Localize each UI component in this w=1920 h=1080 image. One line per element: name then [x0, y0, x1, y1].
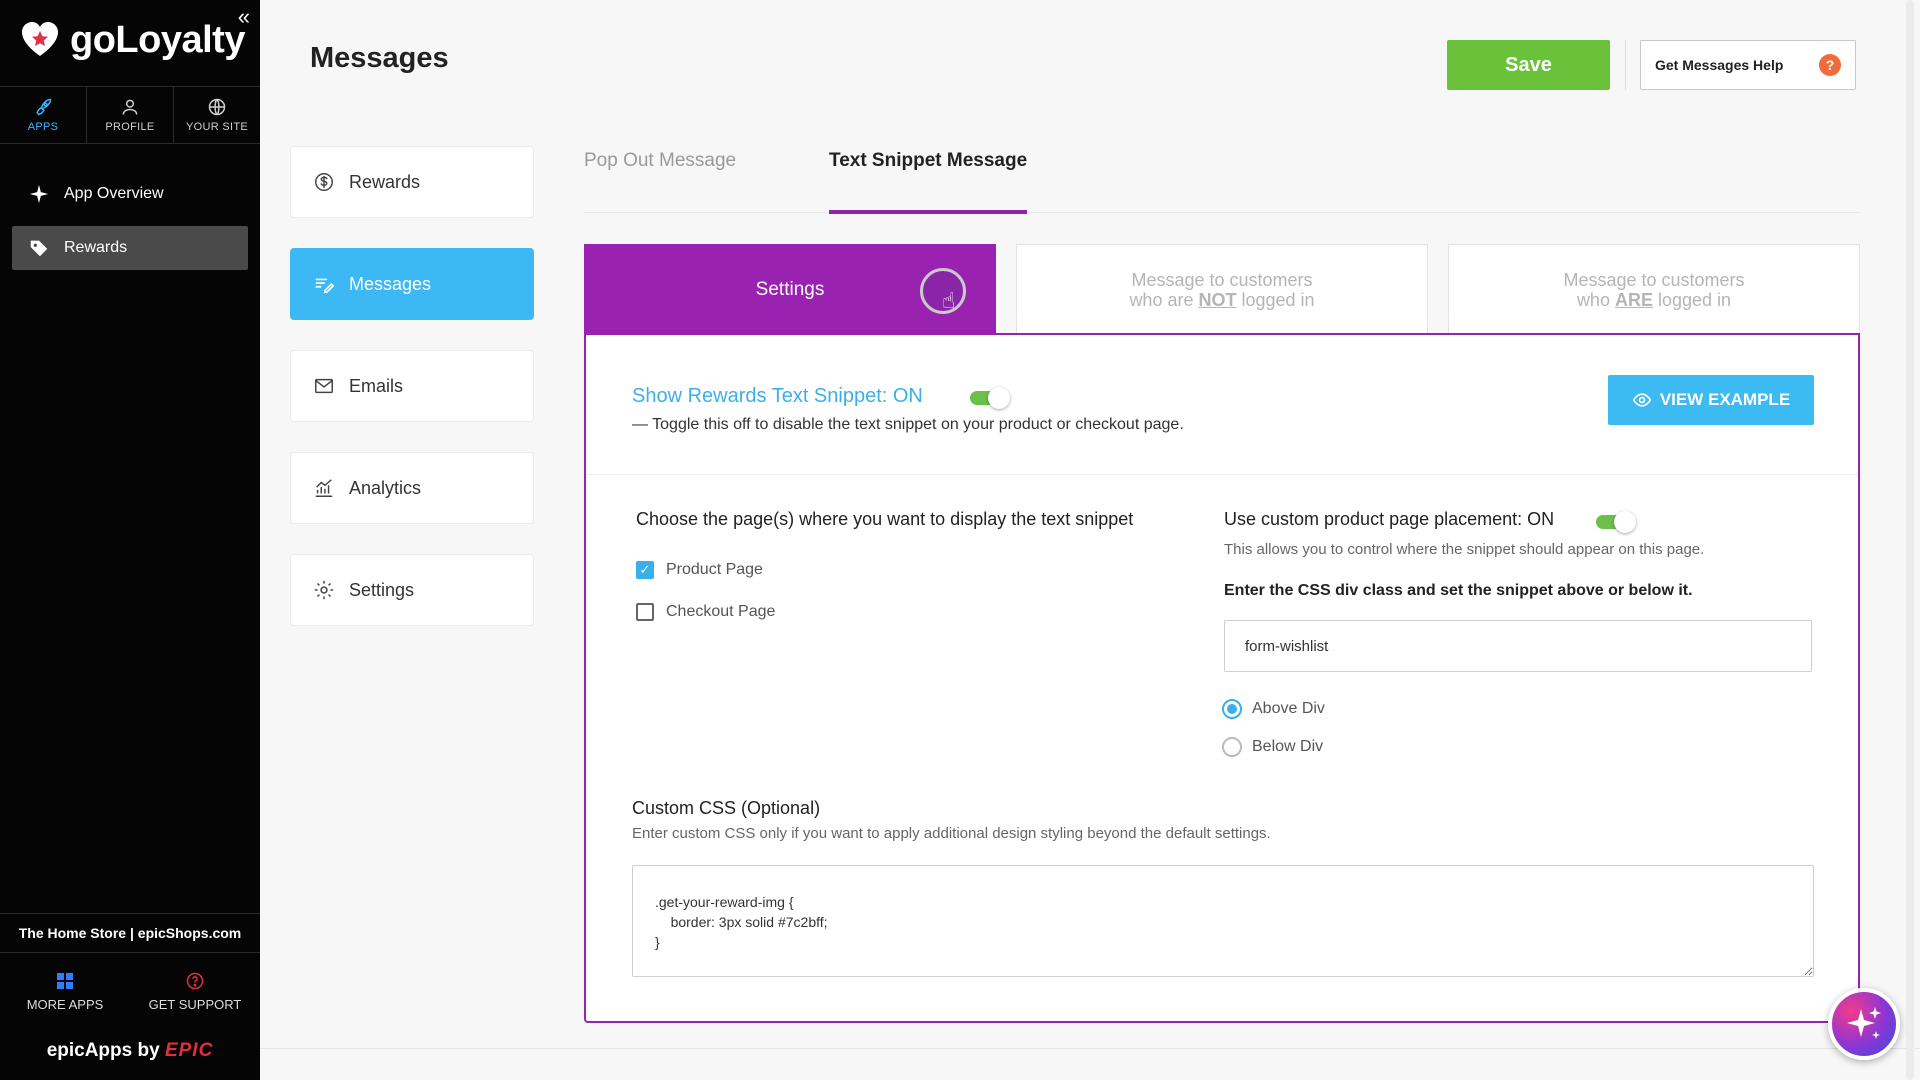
section-rewards[interactable]: Rewards	[290, 146, 534, 218]
ai-assistant-button[interactable]	[1828, 988, 1900, 1060]
save-button[interactable]: Save	[1447, 40, 1610, 90]
show-snippet-description: — Toggle this off to disable the text sn…	[632, 416, 1184, 433]
help-button-label: Get Messages Help	[1655, 57, 1784, 73]
section-label: Analytics	[349, 477, 422, 498]
section-settings[interactable]: Settings	[290, 554, 534, 626]
page-title: Messages	[310, 42, 449, 74]
section-emails[interactable]: Emails	[290, 350, 534, 422]
above-div-radio[interactable]	[1222, 699, 1242, 719]
epic-brand-logo: EPIC	[164, 1040, 214, 1061]
view-example-label: VIEW EXAMPLE	[1659, 390, 1791, 409]
tab-text-snippet-message[interactable]: Text Snippet Message	[829, 150, 1027, 172]
sidebar-item-label: Rewards	[64, 239, 128, 256]
collapse-sidebar-icon[interactable]: «	[238, 4, 250, 30]
custom-css-description: Enter custom CSS only if you want to app…	[632, 825, 1271, 842]
product-page-checkbox[interactable]: ✓	[636, 561, 654, 579]
tag-icon	[30, 240, 48, 257]
subtab-line1: Message to customers	[1563, 269, 1745, 290]
section-label: Emails	[349, 375, 404, 396]
custom-placement-label: Use custom product page placement: ON	[1224, 509, 1555, 529]
question-icon: ?	[1819, 54, 1841, 76]
panel-divider	[586, 474, 1858, 475]
subtab-line2: who are NOT logged in	[1129, 289, 1315, 310]
store-name[interactable]: The Home Store | epicShops.com	[0, 913, 260, 953]
topnav-your-site-label: YOUR SITE	[186, 121, 248, 133]
topnav-profile-label: PROFILE	[105, 121, 155, 133]
subtab-not-logged-in[interactable]: Message to customers who are NOT logged …	[1016, 244, 1428, 334]
sparkle-icon	[29, 184, 49, 204]
get-messages-help-button[interactable]: Get Messages Help ?	[1640, 40, 1856, 90]
globe-icon	[208, 98, 226, 116]
active-tab-indicator	[829, 210, 1027, 214]
pointer-hand-icon: ☝	[942, 288, 956, 313]
envelope-icon	[315, 378, 333, 394]
above-div-label: Above Div	[1252, 700, 1325, 717]
custom-placement-toggle[interactable]	[1596, 511, 1636, 533]
footer-divider	[260, 1048, 1920, 1049]
message-lines-icon	[315, 278, 335, 294]
custom-css-label: Custom CSS (Optional)	[632, 798, 821, 818]
custom-css-textarea[interactable]: .get-your-reward-img { border: 3px solid…	[632, 865, 1814, 977]
topnav-apps-label: APPS	[27, 121, 59, 133]
chart-icon	[315, 479, 333, 497]
eye-icon	[1632, 393, 1652, 407]
section-label: Messages	[349, 273, 432, 294]
below-div-radio[interactable]	[1222, 737, 1242, 757]
section-label: Settings	[349, 579, 415, 600]
show-snippet-toggle[interactable]	[970, 387, 1010, 409]
gear-icon	[314, 580, 334, 600]
product-page-label: Product Page	[666, 561, 763, 578]
subtab-line2: who ARE logged in	[1576, 289, 1732, 310]
settings-panel: Show Rewards Text Snippet: ON — Toggle t…	[584, 333, 1860, 1023]
tab-pop-out-message[interactable]: Pop Out Message	[584, 150, 736, 172]
css-div-class-input[interactable]	[1224, 620, 1812, 672]
dollar-circle-icon	[315, 173, 333, 191]
topnav-apps[interactable]: APPS	[0, 87, 87, 143]
show-snippet-title: Show Rewards Text Snippet: ON	[632, 385, 923, 407]
more-apps-label: MORE APPS	[26, 996, 104, 1012]
product-page-option[interactable]: ✓ Product Page	[636, 561, 763, 579]
above-div-option[interactable]: Above Div	[1222, 699, 1325, 719]
top-app-nav: APPS PROFILE YOUR SITE	[0, 86, 260, 144]
view-example-button[interactable]: VIEW EXAMPLE	[1608, 375, 1814, 425]
app-sidebar: goLoyalty « APPS PROFILE YOUR SITE App O…	[0, 0, 260, 1080]
rocket-icon	[36, 98, 52, 116]
topnav-your-site[interactable]: YOUR SITE	[174, 87, 260, 143]
logo[interactable]: goLoyalty	[20, 18, 245, 62]
subtab-line1: Message to customers	[1131, 269, 1313, 290]
get-support-label: GET SUPPORT	[148, 996, 242, 1012]
checkout-page-label: Checkout Page	[666, 603, 776, 620]
logo-text: goLoyalty	[70, 18, 245, 61]
checkout-page-checkbox[interactable]	[636, 603, 654, 621]
subtab-logged-in[interactable]: Message to customers who ARE logged in	[1448, 244, 1860, 334]
grid-icon	[57, 972, 73, 989]
get-support-button[interactable]: GET SUPPORT	[130, 953, 260, 1029]
css-div-class-label: Enter the CSS div class and set the snip…	[1224, 582, 1693, 599]
page-scrollbar[interactable]	[1906, 0, 1914, 1080]
more-apps-button[interactable]: MORE APPS	[0, 953, 130, 1029]
user-icon	[122, 99, 138, 115]
below-div-option[interactable]: Below Div	[1222, 737, 1323, 757]
subtab-settings-label: Settings	[755, 278, 825, 300]
choose-pages-label: Choose the page(s) where you want to dis…	[636, 509, 1134, 529]
tabs-baseline	[584, 212, 1860, 213]
sidebar-item-app-overview[interactable]: App Overview	[12, 172, 248, 216]
side-menu: App Overview Rewards	[12, 172, 248, 280]
help-circle-icon	[186, 972, 204, 989]
section-label: Rewards	[349, 171, 421, 192]
topnav-profile[interactable]: PROFILE	[87, 87, 174, 143]
custom-placement-description: This allows you to control where the sni…	[1224, 541, 1705, 558]
section-analytics[interactable]: Analytics	[290, 452, 534, 524]
footer-prefix: epicApps by	[46, 1040, 160, 1061]
below-div-label: Below Div	[1252, 738, 1324, 755]
header-divider	[1625, 40, 1626, 90]
sparkles-icon	[1847, 1007, 1881, 1039]
checkout-page-option[interactable]: Checkout Page	[636, 603, 775, 621]
section-messages[interactable]: Messages	[290, 248, 534, 320]
heart-logo-icon	[22, 22, 58, 56]
sidebar-item-rewards[interactable]: Rewards	[12, 226, 248, 270]
sidebar-bottom-nav: MORE APPS GET SUPPORT	[0, 953, 260, 1029]
epic-apps-footer: epicApps by EPIC	[0, 1040, 260, 1062]
sidebar-item-label: App Overview	[64, 185, 164, 202]
